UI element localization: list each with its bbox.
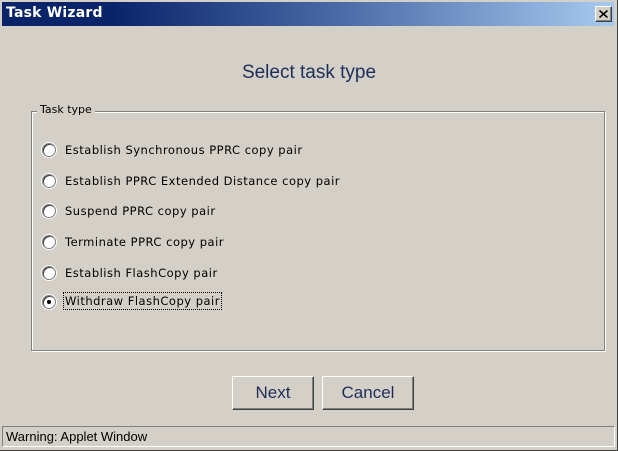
radio-button-selected[interactable] xyxy=(42,295,56,309)
option-label: Establish PPRC Extended Distance copy pa… xyxy=(65,174,341,188)
next-button[interactable]: Next xyxy=(232,376,314,410)
option-label: Terminate PPRC copy pair xyxy=(65,235,225,249)
window-title: Task Wizard xyxy=(6,5,103,21)
close-button[interactable] xyxy=(595,6,612,22)
applet-warning-text: Warning: Applet Window xyxy=(6,429,148,444)
option-label: Withdraw FlashCopy pair xyxy=(63,292,222,310)
task-wizard-window: Task Wizard Select task type Task type E… xyxy=(0,0,618,451)
radio-button[interactable] xyxy=(42,266,56,280)
radio-button[interactable] xyxy=(42,143,56,157)
radio-button[interactable] xyxy=(42,204,56,218)
page-heading: Select task type xyxy=(241,62,377,83)
option-label: Suspend PPRC copy pair xyxy=(65,204,216,218)
option-label: Establish Synchronous PPRC copy pair xyxy=(65,143,303,157)
option-label: Establish FlashCopy pair xyxy=(65,266,218,280)
radio-button[interactable] xyxy=(42,235,56,249)
title-bar[interactable]: Task Wizard xyxy=(2,2,614,26)
cancel-button[interactable]: Cancel xyxy=(322,376,414,410)
radio-button[interactable] xyxy=(42,174,56,188)
task-type-group-legend: Task type xyxy=(37,102,95,118)
status-bar: Warning: Applet Window xyxy=(2,426,615,447)
radio-selected-dot-icon xyxy=(47,300,51,304)
